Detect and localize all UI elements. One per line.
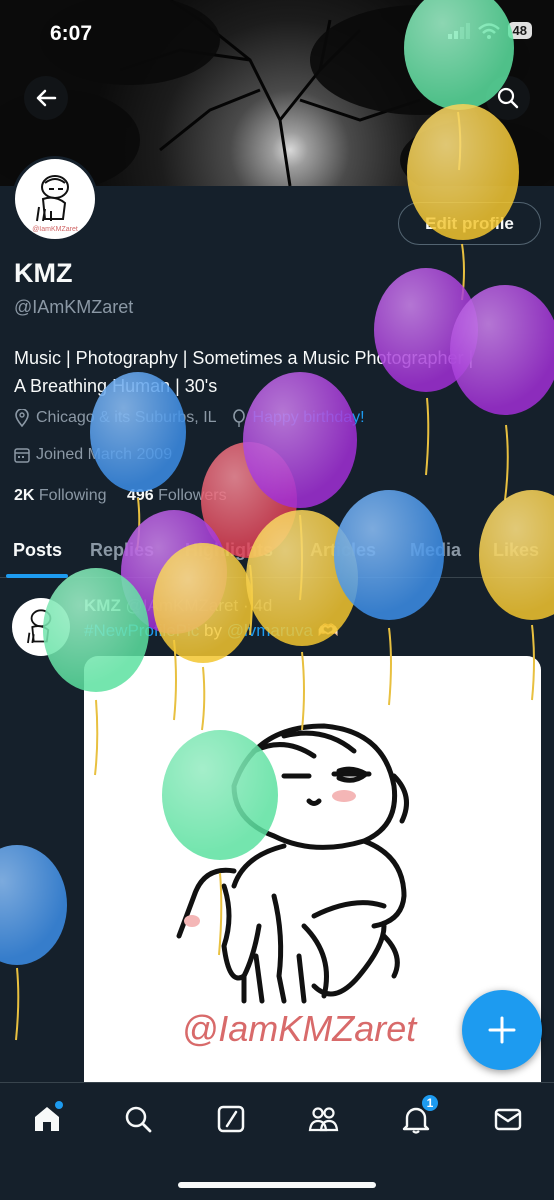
profile-avatar[interactable]: @IamKMZaret (12, 156, 98, 242)
nav-search[interactable] (118, 1099, 158, 1139)
following-count: 2K (14, 487, 35, 504)
tab-posts[interactable]: Posts (13, 540, 62, 561)
status-icons: 48 (447, 22, 532, 39)
back-button[interactable] (24, 76, 68, 120)
tab-likes[interactable]: Likes (493, 540, 539, 561)
nav-grok[interactable] (211, 1099, 251, 1139)
active-tab-indicator (6, 574, 68, 578)
search-icon (497, 87, 519, 109)
back-arrow-icon (36, 89, 57, 107)
home-indicator (178, 1182, 376, 1188)
followers-count: 496 (126, 487, 154, 504)
following-label: Following (38, 487, 107, 504)
compose-fab[interactable] (462, 990, 542, 1070)
tab-replies[interactable]: Replies (90, 540, 154, 561)
post-header: KMZ @IAmKMZaret · 4d (84, 596, 272, 616)
following-link[interactable]: 2K Following (14, 487, 107, 504)
post-age: 4d (253, 596, 273, 615)
wifi-icon (477, 22, 500, 39)
avatar-drawing: @IamKMZaret (32, 175, 78, 233)
location-pin-icon (15, 409, 29, 427)
search-icon (125, 1106, 152, 1133)
balloon (0, 845, 67, 1041)
nav-home[interactable] (27, 1099, 67, 1139)
post-avatar[interactable] (12, 598, 70, 656)
notification-badge: 1 (420, 1093, 440, 1113)
post-avatar-drawing (27, 609, 52, 644)
status-time: 6:07 (50, 22, 93, 45)
edit-profile-button[interactable]: Edit profile (398, 202, 541, 245)
post-text: #NewProfilePic by @lvmaruva 🫶🏻 (84, 621, 339, 641)
post-emoji: 🫶🏻 (317, 621, 339, 640)
post-author[interactable]: KMZ (84, 596, 121, 615)
tab-media[interactable]: Media (410, 540, 461, 561)
post-handle: @IAmKMZaret (125, 596, 239, 615)
compose-icon (217, 1105, 245, 1133)
mail-icon (494, 1108, 522, 1131)
cellular-icon (447, 22, 470, 39)
post-mention[interactable]: @lvmaruva (227, 621, 313, 640)
tab-articles[interactable]: Articles (310, 540, 376, 561)
profile-handle: @IAmKMZaret (14, 297, 134, 317)
joined-text: Joined March 2009 (36, 446, 173, 463)
plus-icon (488, 1016, 516, 1044)
communities-icon (308, 1107, 339, 1132)
search-button[interactable] (486, 76, 530, 120)
post-image-watermark: @IamKMZaret (182, 1008, 419, 1049)
profile-bio: Music | Photography | Sometimes a Music … (14, 344, 544, 400)
nav-notifications[interactable]: 1 (396, 1093, 440, 1139)
followers-label: Followers (158, 487, 227, 504)
home-unread-dot (55, 1101, 63, 1109)
nav-messages[interactable] (488, 1099, 528, 1139)
profile-meta-joined: Joined March 2009 (14, 446, 172, 464)
location-text: Chicago & its Suburbs, IL (36, 409, 217, 426)
calendar-icon (14, 448, 30, 463)
post-separator: · (242, 596, 249, 615)
post-by: by (204, 621, 222, 640)
profile-tabs: Posts Replies Highlights Articles Media … (0, 530, 554, 578)
profile-name: KMZ (14, 258, 73, 288)
post-hashtag[interactable]: #NewProfilePic (84, 621, 199, 640)
profile-meta-location: Chicago & its Suburbs, IL Happy birthday… (14, 409, 365, 427)
birthday-text: Happy birthday! (252, 409, 365, 426)
followers-link[interactable]: 496 Followers (127, 487, 227, 504)
avatar-watermark: @IamKMZaret (32, 226, 78, 233)
bio-line-1: Music | Photography | Sometimes a Music … (14, 348, 474, 368)
battery-indicator: 48 (507, 22, 532, 39)
follow-counts: 2K Following 496 Followers (14, 487, 227, 505)
bio-line-2: A Breathing Human | 30's (14, 376, 218, 396)
nav-communities[interactable] (303, 1099, 343, 1139)
tab-highlights[interactable]: Highlights (185, 540, 273, 561)
balloon-icon (232, 409, 245, 427)
